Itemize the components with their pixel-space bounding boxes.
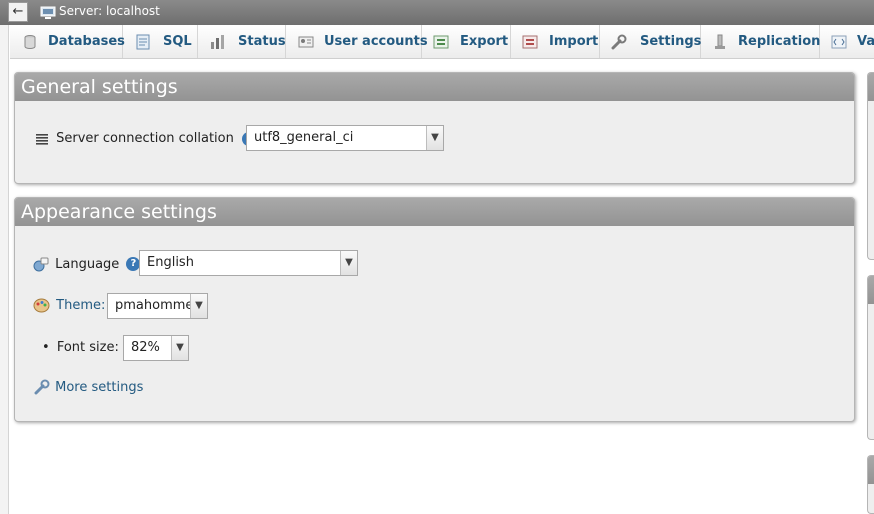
more-settings-link[interactable]: More settings (55, 380, 143, 395)
font-size-select[interactable]: 82% ▼ (123, 335, 189, 361)
tab-databases[interactable]: Databases (10, 25, 125, 58)
language-select[interactable]: English ▼ (139, 250, 358, 276)
appearance-settings-title: Appearance settings (15, 198, 854, 226)
tab-import-label: Import (549, 34, 599, 49)
import-icon (522, 35, 538, 49)
tab-replication[interactable]: Replication (701, 25, 821, 58)
right-panel-edge-2 (867, 275, 874, 440)
chevron-down-icon: ▼ (340, 251, 357, 275)
language-label: Language (55, 256, 120, 272)
back-arrow-button[interactable]: ← (8, 2, 28, 22)
top-menu-tabs: Databases SQL Status User accounts Expor… (10, 25, 874, 59)
chevron-down-icon: ▼ (190, 294, 207, 318)
font-size-row: • Font size: (42, 340, 119, 355)
general-settings-panel: General settings Server connection colla… (14, 72, 855, 184)
settings-wrench-icon (611, 34, 627, 50)
font-size-label: Font size: (56, 340, 119, 355)
collation-label: Server connection collation (56, 131, 234, 146)
replication-icon (715, 34, 725, 49)
collation-list-icon (36, 133, 48, 145)
theme-link[interactable]: Theme: (56, 298, 105, 313)
chevron-down-icon: ▼ (171, 336, 188, 360)
tab-settings-label: Settings (640, 34, 702, 49)
language-select-value: English (147, 255, 194, 270)
left-frame-edge (0, 25, 9, 514)
right-panel-edge-3 (867, 455, 874, 514)
variables-icon (831, 35, 847, 49)
tab-sql-label: SQL (163, 34, 192, 49)
appearance-settings-panel: Appearance settings Language ? English ▼… (14, 197, 855, 422)
tab-variables-label: Va (857, 34, 874, 49)
tab-sql[interactable]: SQL (123, 25, 198, 58)
chevron-down-icon: ▼ (426, 126, 443, 150)
language-icon (33, 257, 49, 272)
theme-select-value: pmahomme (115, 298, 194, 313)
theme-palette-icon (33, 298, 50, 313)
tab-import[interactable]: Import (511, 25, 600, 58)
export-icon (433, 35, 449, 49)
server-title[interactable]: Server: localhost (59, 4, 160, 18)
theme-select[interactable]: pmahomme ▼ (107, 293, 208, 319)
collation-row: Server connection collation ?: (35, 131, 260, 146)
theme-row: Theme: (33, 298, 105, 313)
collation-select-value: utf8_general_ci (254, 130, 354, 145)
server-breadcrumb-bar: ← Server: localhost (0, 0, 874, 25)
tab-export-label: Export (460, 34, 509, 49)
status-icon (211, 35, 224, 49)
language-row: Language ? (33, 256, 141, 272)
font-size-select-value: 82% (131, 340, 160, 355)
tab-status[interactable]: Status (198, 25, 286, 58)
tab-user-accounts[interactable]: User accounts (286, 25, 428, 58)
collation-select[interactable]: utf8_general_ci ▼ (246, 125, 444, 151)
tab-variables[interactable]: Va (820, 25, 874, 58)
tab-databases-label: Databases (48, 34, 125, 49)
tab-settings[interactable]: Settings (600, 25, 702, 58)
more-settings-row[interactable]: More settings (34, 379, 143, 395)
database-icon (24, 35, 36, 50)
right-panel-edge-1 (867, 72, 874, 260)
general-settings-title: General settings (15, 73, 854, 101)
user-accounts-icon (298, 36, 314, 48)
tab-replication-label: Replication (738, 34, 821, 49)
bullet: • (42, 340, 50, 355)
tab-user-accounts-label: User accounts (324, 34, 428, 49)
wrench-icon (34, 379, 50, 395)
server-icon (40, 6, 56, 19)
tab-status-label: Status (238, 34, 286, 49)
sql-icon (136, 34, 150, 50)
tab-export[interactable]: Export (422, 25, 511, 58)
